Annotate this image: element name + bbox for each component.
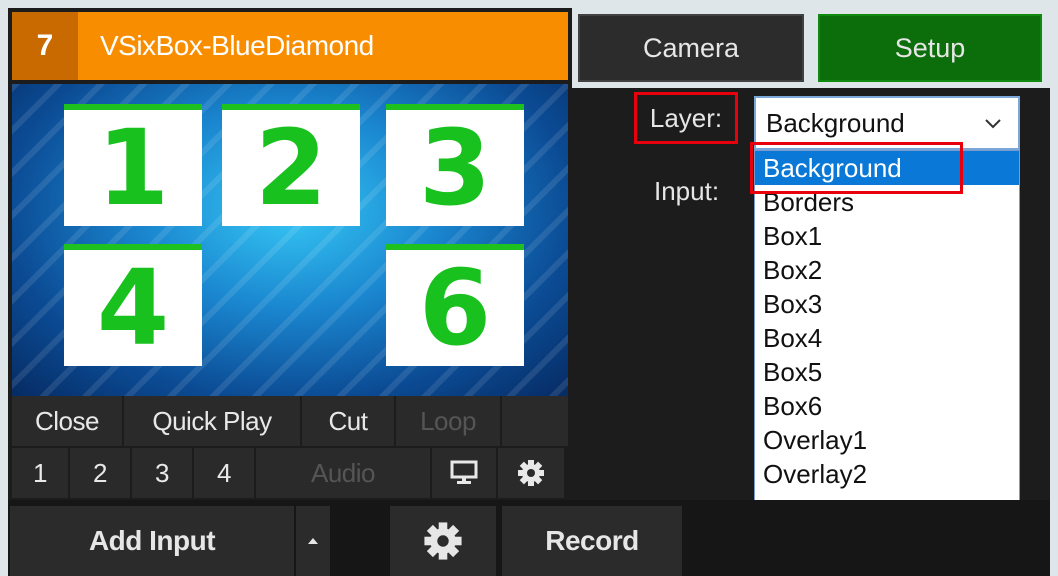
preview-box-1: 1 [64,104,202,226]
input-label: Input: [654,176,720,206]
gear-icon [518,460,544,486]
layer-option-overlay2[interactable]: Overlay2 [755,457,1019,491]
layer-option-box3[interactable]: Box3 [755,287,1019,321]
layer-option-box1[interactable]: Box1 [755,219,1019,253]
quick-play-button[interactable]: Quick Play [124,396,302,446]
record-button[interactable]: Record [502,506,682,576]
chevron-down-icon [985,119,1001,129]
audio-button[interactable]: Audio [256,448,432,498]
monitor-icon [450,460,478,484]
input-preview[interactable]: 1 2 3 4 6 [12,84,568,396]
input-settings-button[interactable] [498,448,564,498]
monitor-button[interactable] [432,448,498,498]
input-name: VSixBox-BlueDiamond [100,30,374,61]
camera-tab[interactable]: Camera [578,14,804,82]
option-highlight-box [750,142,963,194]
layer-option-box5[interactable]: Box5 [755,355,1019,389]
input-title-bar[interactable]: 7 VSixBox-BlueDiamond [12,12,568,80]
preview-box-3: 3 [386,104,524,226]
layer-option-overlay1[interactable]: Overlay1 [755,423,1019,457]
overlay-3-button[interactable]: 3 [132,448,194,498]
input-panel: 7 VSixBox-BlueDiamond 1 2 3 4 6 Close Qu… [8,8,572,500]
layer-option-box2[interactable]: Box2 [755,253,1019,287]
close-button[interactable]: Close [12,396,124,446]
layer-option-box6[interactable]: Box6 [755,389,1019,423]
overlay-1-button[interactable]: 1 [12,448,70,498]
input-controls-row-1: Close Quick Play Cut Loop [12,396,568,446]
input-controls-row-2: 1 2 3 4 Audio [12,448,564,498]
caret-up-icon [308,538,318,544]
settings-button[interactable] [390,506,496,576]
gear-icon [424,522,462,560]
empty-cell [502,396,568,446]
layer-option-box4[interactable]: Box4 [755,321,1019,355]
setup-tab[interactable]: Setup [818,14,1042,82]
layer-label: Layer: [634,92,738,144]
preview-box-6: 6 [386,244,524,366]
overlay-2-button[interactable]: 2 [70,448,132,498]
cut-button[interactable]: Cut [302,396,396,446]
loop-button[interactable]: Loop [396,396,502,446]
layer-select-value: Background [766,107,905,138]
input-number: 7 [12,12,78,80]
overlay-4-button[interactable]: 4 [194,448,256,498]
add-input-button[interactable]: Add Input [10,506,294,576]
preview-box-2: 2 [222,104,360,226]
preview-box-4: 4 [64,244,202,366]
layer-dropdown-list: Background Borders Box1 Box2 Box3 Box4 B… [754,150,1020,504]
add-input-menu-button[interactable] [296,506,330,576]
